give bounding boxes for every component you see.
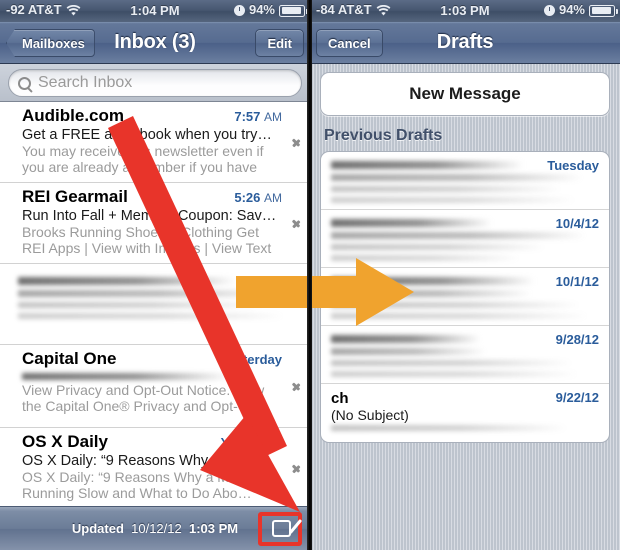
inbox-nav-bar: Mailboxes Inbox (3) Edit — [0, 22, 310, 64]
message-subject: Get a FREE audiobook when you try… — [22, 127, 272, 143]
table-row[interactable]: OS X Daily Yesterday OS X Daily: “9 Reas… — [0, 428, 310, 509]
draft-date: 9/28/12 — [555, 332, 599, 347]
compose-icon[interactable] — [272, 518, 303, 540]
status-bar-right: -84 AT&T 1:03 PM 94% — [310, 0, 620, 22]
battery-icon — [589, 4, 618, 17]
search-input[interactable]: Search Inbox — [8, 69, 302, 97]
new-message-button[interactable]: New Message — [320, 72, 610, 116]
screenshot-root: -92 AT&T 1:04 PM 94% Mailboxes Inbox (3)… — [0, 0, 620, 550]
message-subject: Run Into Fall + Member Coupon: Sav… — [22, 208, 277, 224]
search-icon — [18, 76, 31, 90]
message-sender: Audible.com — [22, 106, 125, 125]
alarm-clock-icon — [233, 5, 245, 16]
chevron-right-icon — [292, 459, 302, 476]
list-item[interactable]: 10/1/12 — [321, 268, 609, 326]
message-preview: Brooks Running Shoes + Clothing Get REI … — [22, 224, 272, 256]
status-bar-right-group: 94% — [233, 2, 308, 17]
message-sender: REI Gearmail — [22, 187, 128, 206]
message-subject: OS X Daily: “9 Reasons Why a M… — [22, 453, 251, 469]
message-date: 5:26 AM — [234, 190, 282, 205]
message-date: Yesterday — [220, 435, 282, 450]
updated-status-label: Updated 10/12/12 1:03 PM — [71, 521, 239, 536]
table-row[interactable]: REI Gearmail 5:26 AM Run Into Fall + Mem… — [0, 183, 310, 264]
message-preview: View Privacy and Opt-Out Notice. View th… — [22, 382, 265, 414]
chevron-right-icon — [292, 214, 302, 231]
list-item[interactable]: 10/4/12 — [321, 210, 609, 268]
list-item[interactable]: 9/22/12 ch (No Subject) — [321, 384, 609, 442]
new-message-label: New Message — [409, 84, 521, 103]
message-preview: You may receive this newsletter even if … — [22, 143, 264, 175]
draft-date: Tuesday — [547, 158, 599, 173]
drafts-list: Tuesday 10/4/12 10/1/12 9/28/12 9/22/12 … — [320, 151, 610, 443]
battery-percent-label: 94% — [248, 2, 275, 17]
battery-percent-label: 94% — [558, 2, 585, 17]
message-preview: OS X Daily: “9 Reasons Why a Mac is Runn… — [22, 469, 258, 501]
battery-icon — [279, 4, 308, 17]
draft-date: 10/4/12 — [555, 216, 599, 231]
message-sender: OS X Daily — [22, 432, 108, 451]
inbox-message-list: Audible.com 7:57 AM Get a FREE audiobook… — [0, 102, 310, 550]
table-row[interactable] — [0, 264, 310, 345]
inbox-panel: -92 AT&T 1:04 PM 94% Mailboxes Inbox (3)… — [0, 0, 310, 550]
panel-divider — [307, 0, 312, 550]
draft-date: 10/1/12 — [555, 274, 599, 289]
status-bar-left: -92 AT&T 1:04 PM 94% — [0, 0, 310, 22]
drafts-panel: -84 AT&T 1:03 PM 94% Cancel Drafts New M… — [310, 0, 620, 550]
status-bar-right-group: 94% — [543, 2, 618, 17]
alarm-clock-icon — [543, 5, 555, 16]
drafts-title: Drafts — [436, 31, 494, 53]
inbox-toolbar: Updated 10/12/12 1:03 PM — [0, 506, 310, 550]
message-date: 7:57 AM — [234, 109, 282, 124]
message-sender: Capital One — [22, 349, 117, 368]
drafts-nav-bar: Cancel Drafts — [310, 22, 620, 64]
edit-button[interactable]: Edit — [255, 29, 304, 57]
chevron-right-icon — [292, 133, 302, 150]
list-item[interactable]: Tuesday — [321, 152, 609, 210]
message-date: Yesterday — [220, 352, 282, 367]
drafts-content: New Message Previous Drafts Tuesday 10/4… — [310, 64, 620, 550]
draft-date: 9/22/12 — [555, 390, 599, 405]
list-item[interactable]: 9/28/12 — [321, 326, 609, 384]
table-row[interactable]: Audible.com 7:57 AM Get a FREE audiobook… — [0, 102, 310, 183]
previous-drafts-header: Previous Drafts — [324, 127, 443, 144]
table-row[interactable]: Capital One Yesterday View Privacy and O… — [0, 345, 310, 428]
chevron-right-icon — [292, 377, 302, 394]
draft-subject: (No Subject) — [331, 407, 409, 423]
search-bar-container: Search Inbox — [0, 64, 310, 102]
search-placeholder: Search Inbox — [38, 74, 133, 91]
